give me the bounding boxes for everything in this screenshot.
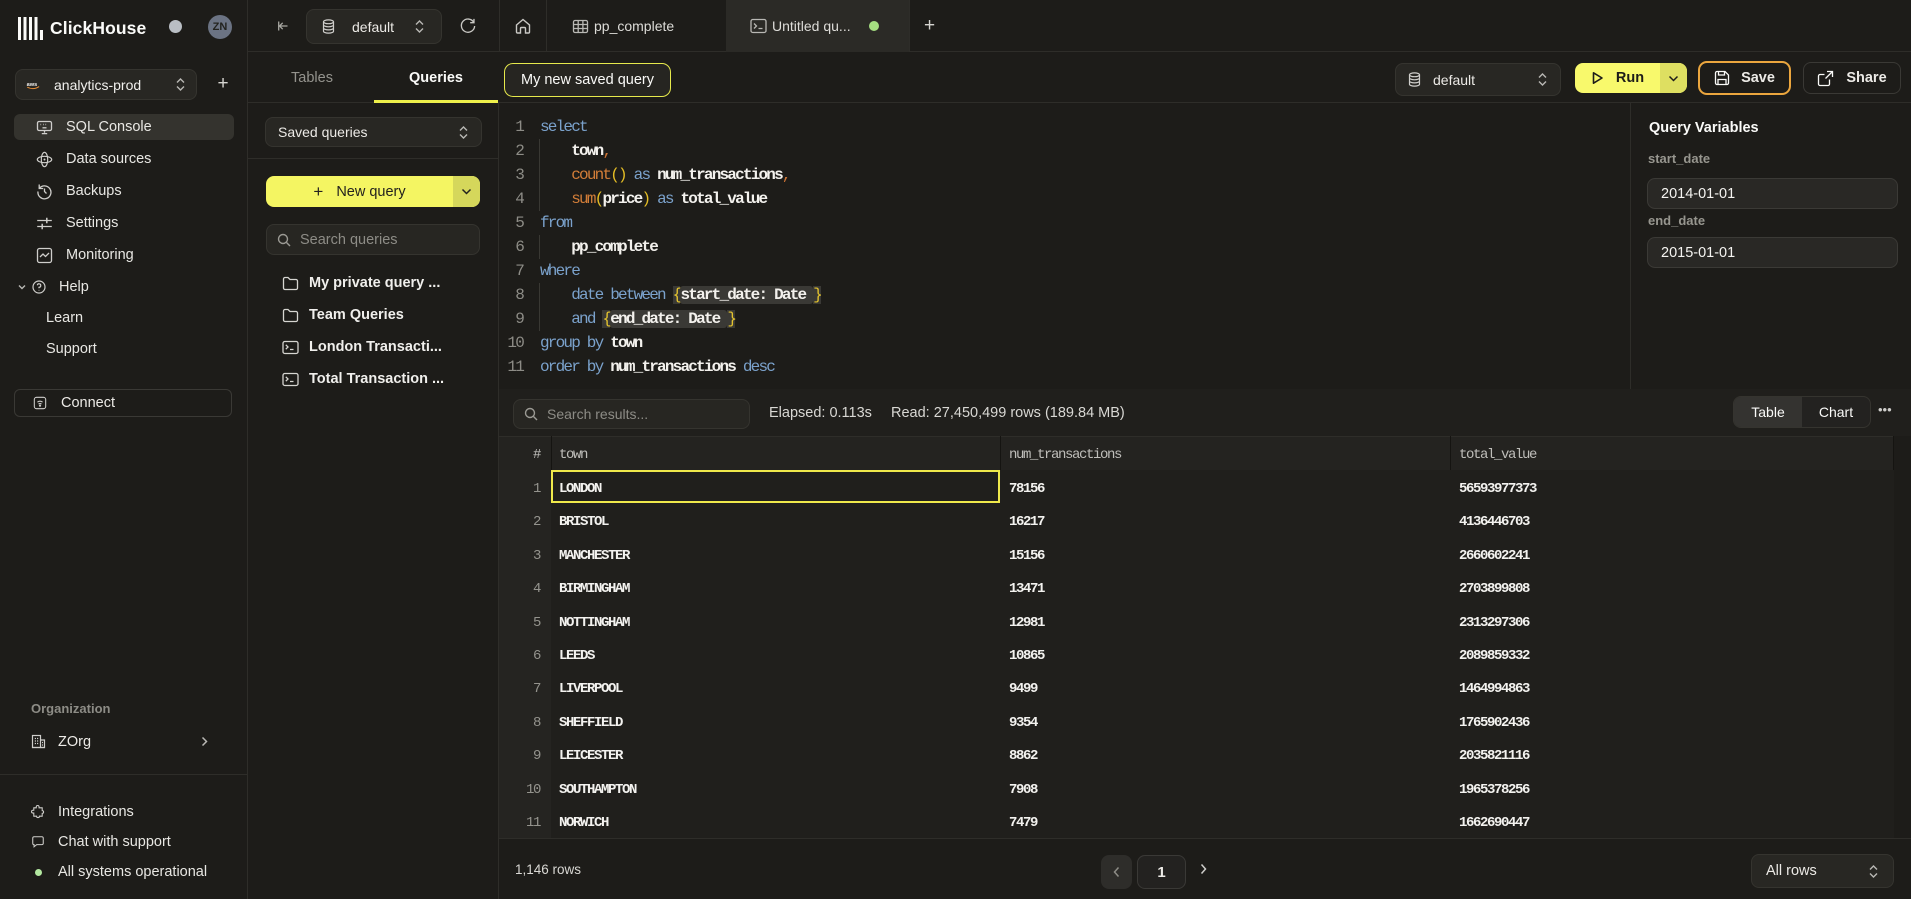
svg-text:aws: aws [27,81,38,87]
